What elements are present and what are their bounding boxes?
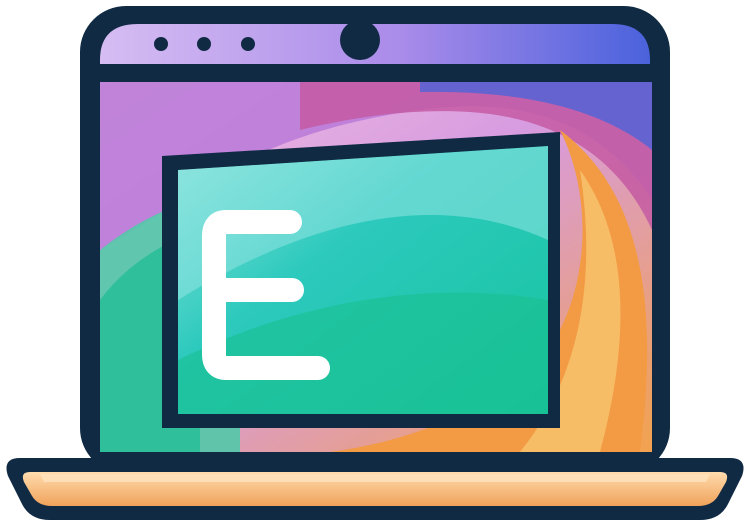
window-dot-icon <box>197 37 211 51</box>
webcam-icon <box>340 20 380 60</box>
window-dot-icon <box>154 37 168 51</box>
window-dot-icon <box>241 37 255 51</box>
laptop-illustration <box>0 0 750 526</box>
laptop-icon <box>6 6 744 520</box>
